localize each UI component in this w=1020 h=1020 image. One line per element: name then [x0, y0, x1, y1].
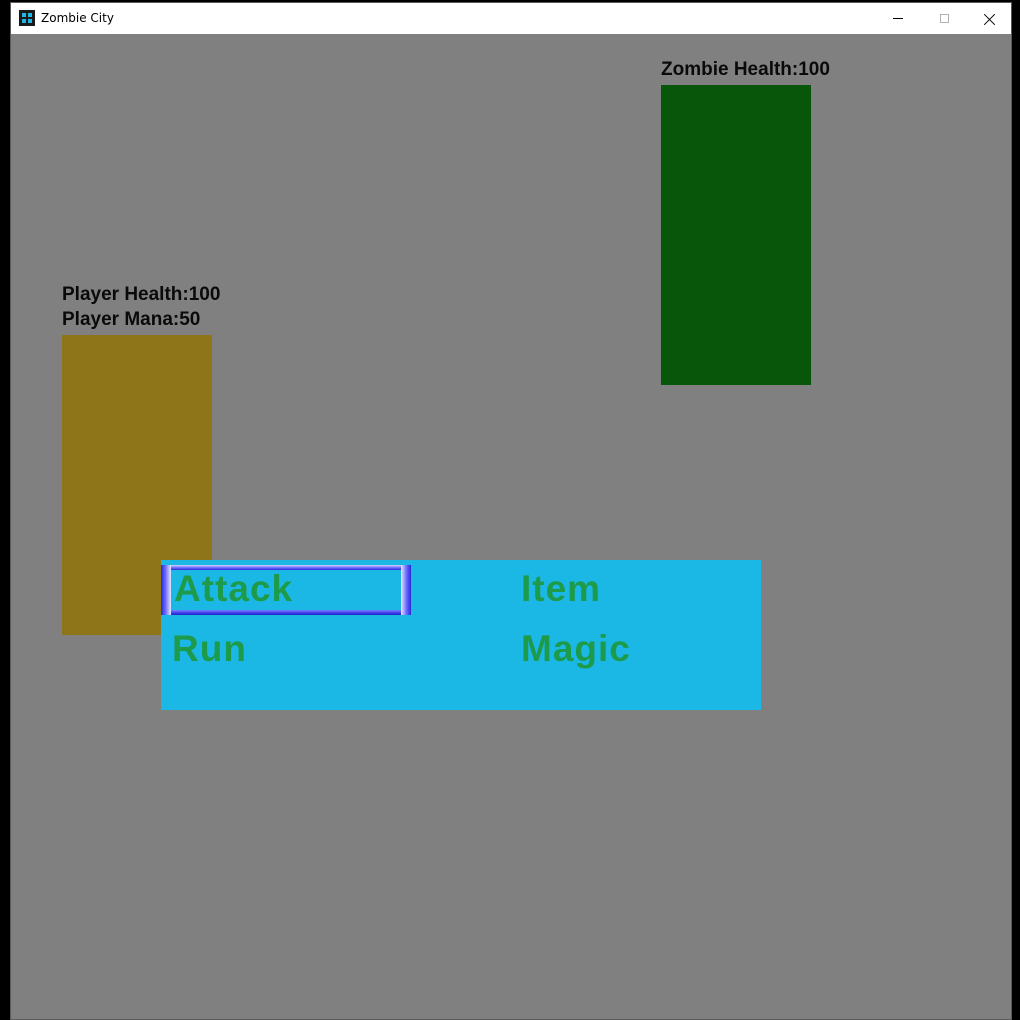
- magic-option[interactable]: Magic: [521, 628, 631, 670]
- run-option[interactable]: Run: [172, 628, 247, 670]
- player-health-label: Player Health:100: [62, 284, 221, 305]
- minimize-icon: [893, 18, 903, 19]
- player-mana-label: Player Mana:50: [62, 309, 201, 330]
- zombie-sprite: [661, 85, 811, 385]
- window-title: Zombie City: [41, 11, 114, 25]
- maximize-icon: [939, 14, 949, 23]
- minimize-button[interactable]: [875, 3, 921, 34]
- item-option[interactable]: Item: [521, 568, 601, 610]
- close-button[interactable]: [967, 3, 1011, 34]
- app-icon: [19, 10, 35, 26]
- game-canvas: Zombie Health:100 Player Health:100 Play…: [11, 34, 1011, 1019]
- battle-menu: Attack Item Run Magic: [161, 560, 761, 710]
- attack-option[interactable]: Attack: [174, 568, 293, 610]
- close-icon: [984, 13, 996, 25]
- game-window: Zombie City Zombie Health:100 Player Hea…: [10, 2, 1012, 1020]
- maximize-button[interactable]: [921, 3, 967, 34]
- zombie-health-label: Zombie Health:100: [661, 59, 830, 80]
- title-bar[interactable]: Zombie City: [11, 3, 1011, 34]
